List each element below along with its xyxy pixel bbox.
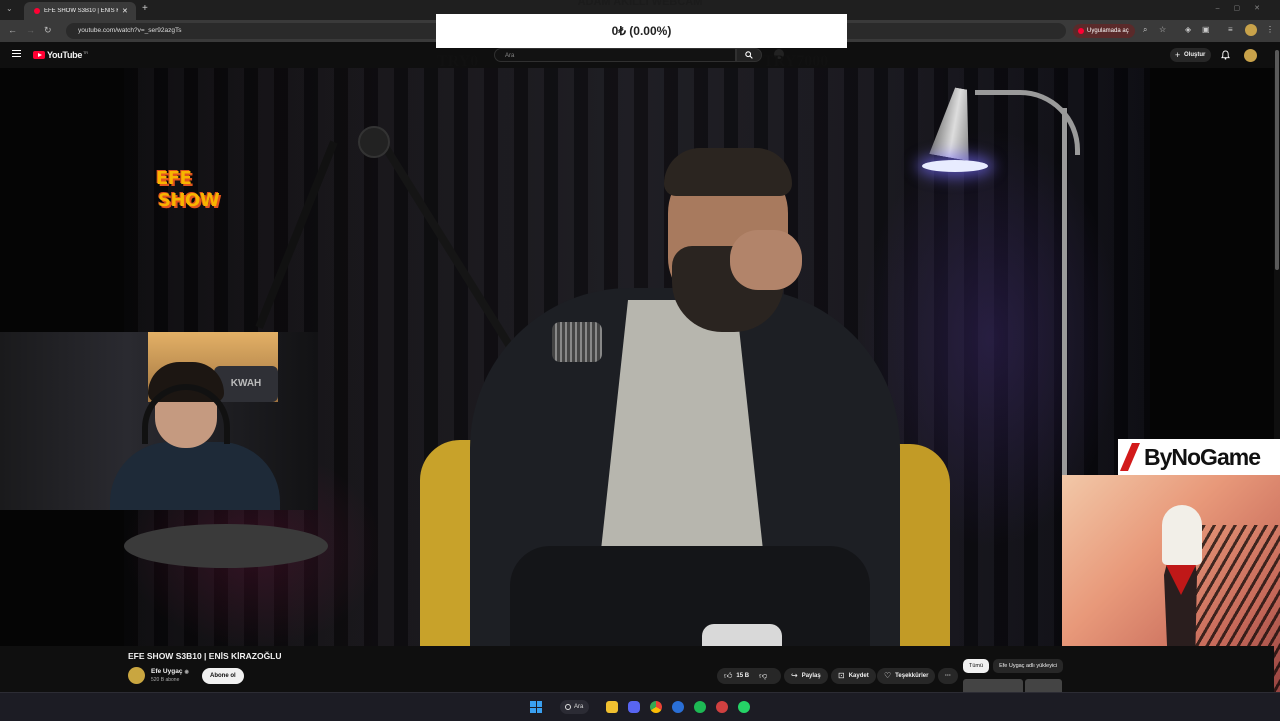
sponsor-banner: ByNoGame (1118, 439, 1280, 475)
thanks-button[interactable]: ♡ Teşekkürler (877, 668, 936, 684)
lamp-bulb (922, 160, 988, 172)
mic-arm-joint (358, 126, 390, 158)
puzzle-icon[interactable]: ▣ (1202, 25, 1210, 34)
reload-icon[interactable]: ↻ (44, 25, 52, 36)
share-button[interactable]: ↪ Paylaş (784, 668, 828, 684)
steam-icon[interactable] (672, 701, 684, 713)
windows-start-icon[interactable] (530, 701, 542, 713)
thumbs-down-icon[interactable]: 👎︎ (759, 668, 767, 684)
browser-tab[interactable]: EFE SHOW S3B10 | ENİS KİRAZOĞLU ✕ (24, 2, 136, 20)
bookmark-icon: ⊡ (838, 671, 845, 680)
related-filter-chips: Tümü Efe Uygaç adlı yükleyici (963, 659, 1064, 673)
headset-brand-sign: KWAH (214, 366, 278, 402)
tab-search-chevron-icon[interactable]: ⌄ (6, 4, 13, 13)
side-table (124, 524, 328, 568)
windows-taskbar (0, 692, 1280, 721)
whatsapp-icon[interactable] (738, 701, 750, 713)
tab-title: EFE SHOW S3B10 | ENİS KİRAZOĞLU (44, 8, 118, 14)
sponsor-name: ByNoGame (1144, 443, 1261, 470)
webcam-heading: ADAM AKILLI WEBCAM (577, 0, 703, 8)
youtube-wordmark: YouTube (47, 50, 83, 60)
guest-hair (664, 148, 792, 196)
menu-kebab-icon[interactable]: ⋮ (1266, 25, 1274, 34)
open-in-app-button[interactable]: Uygulamada aç (1073, 24, 1135, 38)
chrome-icon[interactable] (650, 701, 662, 713)
efe-show-logo: EFE SHOW (156, 168, 220, 211)
playlist-icon[interactable]: ≡ (1228, 25, 1233, 34)
goal-min-label: TRY0 (437, 53, 479, 70)
zoom-icon[interactable]: ⌕ (1143, 25, 1147, 35)
white-cup (702, 624, 782, 646)
like-dislike-group[interactable]: 👍︎ 15 B 👎︎ (717, 668, 781, 684)
chip-all[interactable]: Tümü (963, 659, 990, 673)
create-button[interactable]: Oluştur (1170, 48, 1212, 62)
bookmark-star-icon[interactable]: ☆ (1159, 25, 1166, 34)
channel-name[interactable]: Efe Uygaç ◉ (151, 668, 189, 675)
donation-goal-bar: 0₺ (0.00%) (436, 14, 847, 48)
floor-lamp-pole (1062, 108, 1067, 518)
guest-hand (730, 230, 802, 290)
subscriber-count: 520 B abone (151, 677, 180, 683)
goal-max-label: TRY7000 (763, 53, 829, 70)
verified-check-icon: ◉ (184, 669, 189, 675)
share-arrow-icon: ↪ (791, 671, 798, 680)
search-input[interactable]: Ara (494, 48, 736, 62)
subscribe-button[interactable]: Abone ol (202, 668, 244, 684)
streamer-body (110, 442, 280, 510)
extension-icon[interactable]: ◈ (1185, 25, 1191, 34)
youtube-favicon-icon (34, 8, 40, 14)
window-controls[interactable]: –▢✕ (1216, 4, 1274, 12)
file-explorer-icon[interactable] (606, 701, 618, 713)
guest-pants (510, 546, 870, 646)
forward-arrow-icon[interactable]: → (26, 25, 35, 35)
notifications-bell-icon[interactable] (1221, 50, 1230, 60)
more-actions-button[interactable]: ··· (938, 668, 958, 684)
tab-close-icon[interactable]: ✕ (122, 7, 128, 15)
region-code: TR (83, 49, 88, 55)
thumbs-up-icon[interactable]: 👍︎ (724, 668, 732, 684)
scrollbar-thumb[interactable] (1275, 50, 1279, 270)
save-button[interactable]: ⊡ Kaydet (831, 668, 876, 684)
new-tab-button[interactable]: + (142, 3, 148, 14)
chip-uploader[interactable]: Efe Uygaç adlı yükleyici (993, 659, 1064, 673)
discord-icon[interactable] (628, 701, 640, 713)
hamburger-menu-icon[interactable] (12, 50, 21, 57)
bynogame-logo-icon (1120, 443, 1140, 471)
account-avatar[interactable] (1244, 49, 1257, 62)
spotify-icon[interactable] (694, 701, 706, 713)
back-arrow-icon[interactable]: ← (8, 25, 17, 35)
search-icon (745, 51, 753, 59)
taskbar-search[interactable]: Ara (560, 700, 590, 714)
channel-avatar[interactable] (128, 667, 145, 684)
profile-avatar[interactable] (1245, 24, 1257, 36)
artwork-hair (1162, 505, 1202, 565)
youtube-play-icon (33, 51, 45, 59)
obs-icon[interactable] (716, 701, 728, 713)
heart-dollar-icon: ♡ (884, 671, 892, 680)
search-button[interactable] (736, 48, 762, 62)
like-count[interactable]: 15 B (736, 668, 749, 684)
youtube-logo[interactable]: YouTube TR (33, 50, 88, 60)
video-title: EFE SHOW S3B10 | ENİS KİRAZOĞLU (128, 651, 282, 661)
streamer-webcam: KWAH (0, 332, 318, 510)
microphone (552, 322, 602, 362)
